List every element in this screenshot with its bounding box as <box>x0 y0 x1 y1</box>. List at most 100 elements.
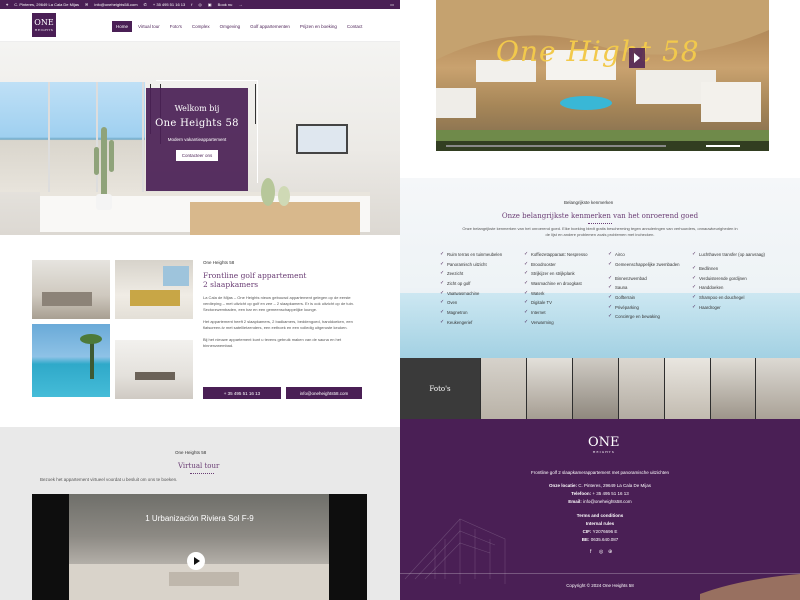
promo-video[interactable]: One Hight 58 <box>436 0 769 151</box>
cart-icon[interactable]: ▣ <box>208 2 212 7</box>
book-link[interactable]: Book nu <box>218 2 233 7</box>
intro-section: One Heights 58 Frontline golf appartemen… <box>0 235 400 427</box>
logo-text: ONE <box>34 17 54 27</box>
nav-complex[interactable]: Complex <box>188 21 214 32</box>
feature-item: Strijkijzer en strijkplank <box>524 271 606 281</box>
feature-item: Haardroger <box>692 305 774 315</box>
photo-living-room[interactable] <box>32 260 110 319</box>
footer-phone-label: Telefoon: <box>571 491 592 496</box>
terms-link[interactable]: Terms and conditions <box>400 513 800 518</box>
facebook-icon[interactable]: f <box>590 549 591 555</box>
feature-item: Koffiezetapparaat: Nespresso <box>524 252 606 262</box>
instagram-icon[interactable]: ◎ <box>599 549 603 555</box>
vases-decor <box>261 178 290 206</box>
intro-paragraph-2: Het appartement heeft 2 slaapkamers, 2 b… <box>203 319 353 330</box>
gallery-thumbnail[interactable] <box>710 358 755 419</box>
gallery-thumbnail[interactable] <box>664 358 710 419</box>
feature-item: Oven <box>440 300 522 310</box>
aerial-scene <box>436 0 769 151</box>
photo-pool[interactable] <box>32 324 110 397</box>
footer-logo-text: ONE <box>588 435 620 450</box>
homepage-right-column: One Hight 58 Belangrijkste kenmerken Onz… <box>400 0 800 600</box>
gallery-thumbnail[interactable] <box>618 358 664 419</box>
features-heading: Onze belangrijkste kenmerken van het onr… <box>501 212 699 220</box>
virtual-tour-description: Bezoek het appartement virtueel voordat … <box>40 477 178 482</box>
feature-item: Conciërge en bewaking <box>608 314 690 324</box>
feature-item: Zeezicht <box>440 271 522 281</box>
photo-dining[interactable] <box>115 340 193 399</box>
photo-bedroom[interactable] <box>115 260 193 319</box>
footer-tagline: Frontline golf 2 slaapkamerappartement m… <box>530 470 670 475</box>
main-navigation: ONE HEIGHTS Home Virtual tour Foto's Com… <box>0 9 400 42</box>
phone-icon: ✆ <box>143 2 147 7</box>
feature-item: Vaatwasmachine <box>440 291 522 301</box>
nav-photos[interactable]: Foto's <box>166 21 186 32</box>
footer-phone-value[interactable]: + 35 495 51 16 13 <box>592 491 628 496</box>
footer-email-value[interactable]: info@oneheights58.com <box>583 499 632 504</box>
nav-golf-apartments[interactable]: Golf appartementen <box>246 21 294 32</box>
nav-home[interactable]: Home <box>112 21 133 32</box>
homepage-left-column: ⌖ C. Pinteres, 29649 La Cala De Mijas ✉ … <box>0 0 400 600</box>
footer-cif: CIF: Y2076696 E <box>400 529 800 534</box>
hero-window-view <box>0 82 145 192</box>
feature-item: Magnetron <box>440 310 522 320</box>
promo-play-icon[interactable] <box>629 48 645 68</box>
arrow-icon[interactable]: → <box>238 2 242 7</box>
site-logo[interactable]: ONE HEIGHTS <box>32 13 56 37</box>
play-icon[interactable] <box>187 552 205 570</box>
rules-link[interactable]: Internal rules <box>400 521 800 526</box>
intro-heading: Frontline golf appartement 2 slaapkamers <box>203 271 363 289</box>
topbar-email[interactable]: info@oneheights58.com <box>94 2 137 7</box>
site-footer: ONE HEIGHTS Frontline golf 2 slaapkamera… <box>400 419 800 600</box>
nav-prices-booking[interactable]: Prijzen en boeking <box>296 21 341 32</box>
gallery-thumbnail[interactable] <box>572 358 618 419</box>
virtual-tour-kicker: One Heights 58 <box>175 450 207 455</box>
feature-item: Verduisterende gordijnen <box>692 276 774 286</box>
heading-divider <box>588 223 612 224</box>
promo-script-title: One Hight 58 <box>496 35 700 68</box>
facebook-icon[interactable]: f <box>191 2 192 7</box>
footer-location-label: Onze locatie: <box>548 483 577 488</box>
flag-icon[interactable]: ▭ <box>390 2 394 7</box>
intro-heading-line2: 2 slaapkamers <box>203 280 259 289</box>
footer-email: Email: info@oneheights58.com <box>400 499 800 504</box>
feature-item: Luchthaven transfer (op aanvraag) <box>692 252 774 266</box>
gallery-thumbnail[interactable] <box>755 358 800 419</box>
gallery-thumbnail[interactable] <box>480 358 526 419</box>
topbar-address: C. Pinteres, 29649 La Cala De Mijas <box>14 2 79 7</box>
feature-item: Ruim terras en tuinmeubelen <box>440 252 522 262</box>
features-section: Belangrijkste kenmerken Onze belangrijks… <box>400 178 800 358</box>
tripadvisor-icon[interactable]: ⊕ <box>608 549 612 555</box>
nav-virtual-tour[interactable]: Virtual tour <box>134 21 164 32</box>
features-column-1: Ruim terras en tuinmeubelen Panoramisch … <box>440 252 522 330</box>
feature-item: Keukengerief <box>440 320 522 330</box>
intro-heading-line1: Frontline golf appartement <box>203 271 307 280</box>
footer-be: BE: 0635.640.087 <box>400 537 800 542</box>
wall-tv <box>296 124 348 154</box>
logo-subtext: HEIGHTS <box>34 27 54 32</box>
features-column-3: Airco Gemeenschappelijke zwembaden Binne… <box>608 252 690 324</box>
features-column-2: Koffiezetapparaat: Nespresso Broodrooste… <box>524 252 606 330</box>
nav-surroundings[interactable]: Omgeving <box>216 21 245 32</box>
virtual-tour-video[interactable]: 1 Urbanización Riviera Sol F-9 <box>32 494 367 600</box>
feature-item: Binnenzwembad <box>608 276 690 286</box>
cactus-decor <box>94 127 114 210</box>
feature-item: Shampoo en douchegel <box>692 295 774 305</box>
feature-item: Waterk <box>524 291 606 301</box>
brush-decor <box>700 574 800 600</box>
phone-button[interactable]: + 35 495 51 16 13 <box>203 387 281 399</box>
intro-paragraph-1: La Cala de Mijas – One Heights nieuw geb… <box>203 295 354 312</box>
feature-item: Zicht op golf <box>440 281 522 291</box>
feature-item: Panoramisch uitzicht <box>440 262 522 272</box>
email-button[interactable]: info@oneheights58.com <box>286 387 362 399</box>
hero-banner: Welkom bij One Heights 58 Modern vakanti… <box>0 42 400 235</box>
topbar-phone[interactable]: + 35 495 51 16 13 <box>153 2 185 7</box>
feature-item: Digitale TV <box>524 300 606 310</box>
volume-slider[interactable] <box>706 145 740 147</box>
nav-contact[interactable]: Contact <box>343 21 367 32</box>
gallery-thumbnail[interactable] <box>526 358 572 419</box>
footer-logo[interactable]: ONE HEIGHTS <box>588 435 620 454</box>
video-progress-bar[interactable] <box>446 145 666 147</box>
instagram-icon[interactable]: ◎ <box>198 2 202 7</box>
photo-strip: Foto's <box>400 358 800 419</box>
